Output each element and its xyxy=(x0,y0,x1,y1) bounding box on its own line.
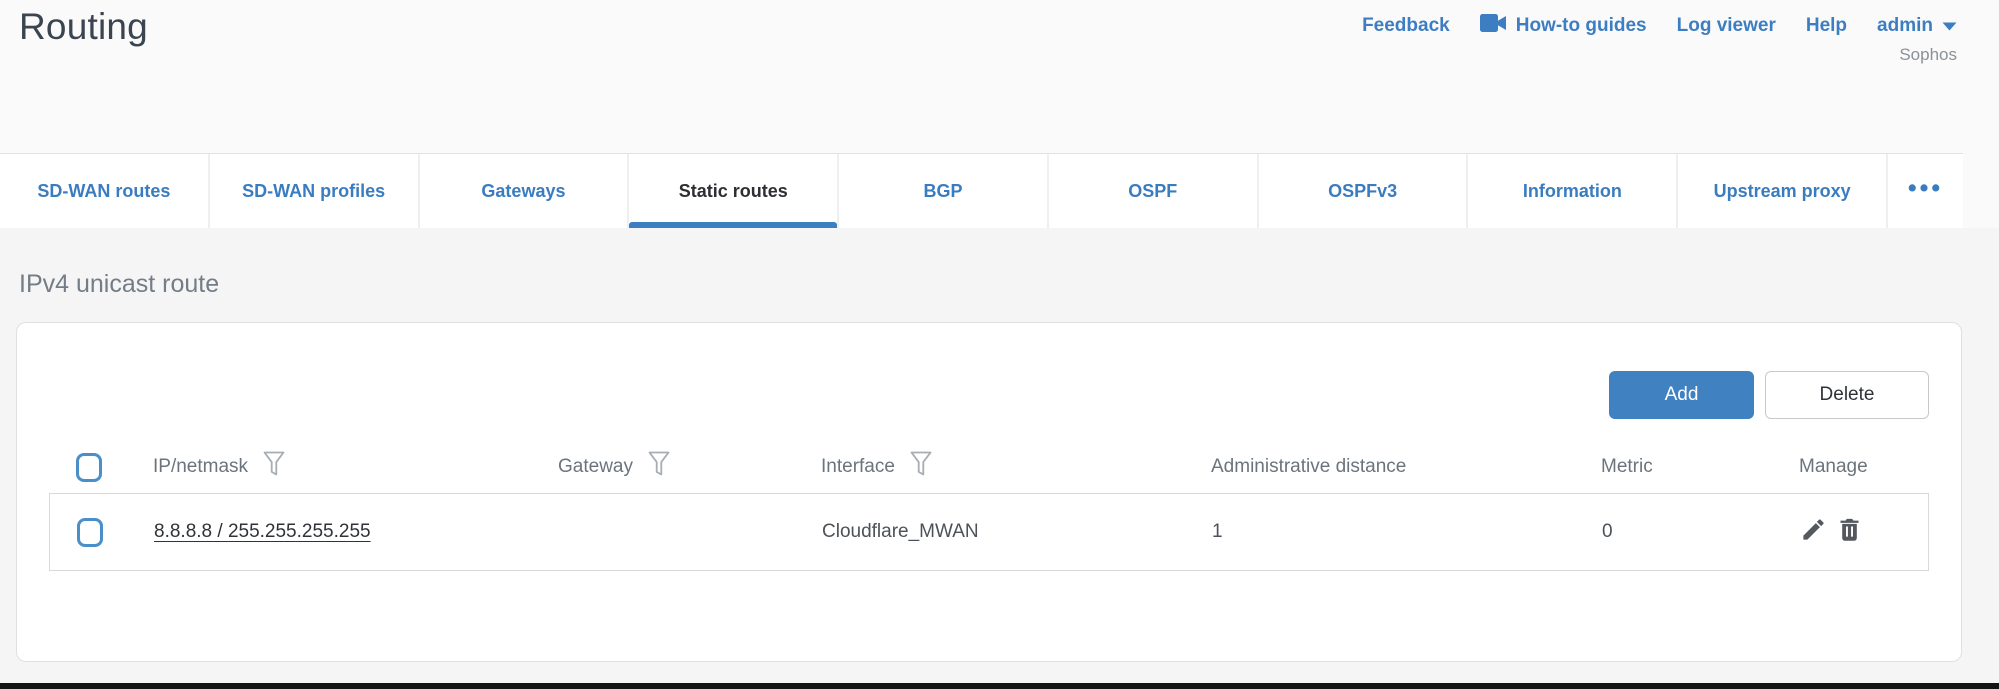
table-row: 8.8.8.8 / 255.255.255.255 Cloudflare_MWA… xyxy=(49,493,1929,571)
tabstrip-wrap: SD-WAN routes SD-WAN profiles Gateways S… xyxy=(0,153,1963,228)
tab-label: SD-WAN routes xyxy=(37,181,170,202)
feedback-label: Feedback xyxy=(1362,15,1450,37)
header-label: Manage xyxy=(1799,456,1868,478)
tab-label: Static routes xyxy=(679,181,788,202)
page-title: Routing xyxy=(19,6,148,48)
vendor-name: Sophos xyxy=(1899,45,1957,65)
tab-label: Gateways xyxy=(481,181,565,202)
page-header: Routing Feedback How-to guides Log viewe… xyxy=(0,0,1999,153)
header-manage: Manage xyxy=(1781,456,1931,478)
tab-label: SD-WAN profiles xyxy=(242,181,385,202)
help-label: Help xyxy=(1806,15,1847,37)
row-checkbox[interactable] xyxy=(77,518,103,547)
howto-guides-link[interactable]: How-to guides xyxy=(1480,14,1647,38)
tab-information[interactable]: Information xyxy=(1468,154,1676,228)
cell-manage xyxy=(1782,516,1932,549)
tab-label: BGP xyxy=(924,181,963,202)
header-label: Interface xyxy=(821,456,895,478)
table-header-row: IP/netmask Gateway Interface Administrat… xyxy=(49,441,1929,493)
header-admin-distance: Administrative distance xyxy=(1211,456,1601,478)
tab-label: Upstream proxy xyxy=(1714,181,1851,202)
filter-funnel-icon[interactable] xyxy=(648,451,670,483)
header-label: IP/netmask xyxy=(153,456,248,478)
caret-down-icon xyxy=(1942,15,1957,37)
tab-label: Information xyxy=(1523,181,1622,202)
tab-static-routes[interactable]: Static routes xyxy=(629,154,837,228)
tab-ospfv3[interactable]: OSPFv3 xyxy=(1259,154,1467,228)
header-checkbox-cell xyxy=(49,453,121,482)
add-button[interactable]: Add xyxy=(1609,371,1754,419)
log-viewer-link[interactable]: Log viewer xyxy=(1677,15,1776,37)
cell-interface: Cloudflare_MWAN xyxy=(822,521,1212,543)
cell-admin-distance: 1 xyxy=(1212,521,1602,543)
user-menu-label: admin xyxy=(1877,15,1933,37)
trash-icon xyxy=(1836,516,1863,549)
more-tabs-button[interactable]: ••• xyxy=(1888,154,1963,228)
topnav-links: Feedback How-to guides Log viewer Help a… xyxy=(1362,14,1957,38)
tab-ospf[interactable]: OSPF xyxy=(1049,154,1257,228)
ellipsis-icon: ••• xyxy=(1908,174,1943,203)
top-navigation: Feedback How-to guides Log viewer Help a… xyxy=(1362,14,1957,65)
tab-label: OSPFv3 xyxy=(1328,181,1397,202)
user-menu[interactable]: admin xyxy=(1877,15,1957,37)
tab-bgp[interactable]: BGP xyxy=(839,154,1047,228)
pencil-icon xyxy=(1800,516,1827,549)
header-ip-netmask: IP/netmask xyxy=(121,451,558,483)
delete-button[interactable]: Delete xyxy=(1765,371,1929,419)
tab-upstream-proxy[interactable]: Upstream proxy xyxy=(1678,154,1886,228)
section-heading: IPv4 unicast route xyxy=(19,270,219,299)
card-actions: Add Delete xyxy=(49,371,1929,419)
video-camera-icon xyxy=(1480,14,1507,38)
howto-guides-label: How-to guides xyxy=(1516,15,1647,37)
edit-button[interactable] xyxy=(1800,516,1827,549)
bottom-edge-bar xyxy=(0,683,1999,689)
feedback-link[interactable]: Feedback xyxy=(1362,15,1450,37)
header-interface: Interface xyxy=(821,451,1211,483)
select-all-checkbox[interactable] xyxy=(76,453,102,482)
cell-metric: 0 xyxy=(1602,521,1782,543)
cell-ip-netmask: 8.8.8.8 / 255.255.255.255 xyxy=(122,521,559,543)
tab-sdwan-profiles[interactable]: SD-WAN profiles xyxy=(210,154,418,228)
row-checkbox-cell xyxy=(50,518,122,547)
header-gateway: Gateway xyxy=(558,451,821,483)
header-label: Gateway xyxy=(558,456,633,478)
tab-bar: SD-WAN routes SD-WAN profiles Gateways S… xyxy=(0,153,1963,228)
delete-row-button[interactable] xyxy=(1836,516,1863,549)
content-area: IPv4 unicast route Add Delete IP/netmask… xyxy=(0,228,1999,683)
header-label: Metric xyxy=(1601,456,1653,478)
help-link[interactable]: Help xyxy=(1806,15,1847,37)
tab-label: OSPF xyxy=(1128,181,1177,202)
header-label: Administrative distance xyxy=(1211,456,1406,478)
filter-funnel-icon[interactable] xyxy=(263,451,285,483)
log-viewer-label: Log viewer xyxy=(1677,15,1776,37)
tab-gateways[interactable]: Gateways xyxy=(420,154,628,228)
routes-card: Add Delete IP/netmask Gateway Interfac xyxy=(16,322,1962,662)
filter-funnel-icon[interactable] xyxy=(910,451,932,483)
route-link[interactable]: 8.8.8.8 / 255.255.255.255 xyxy=(154,521,371,542)
tab-sdwan-routes[interactable]: SD-WAN routes xyxy=(0,154,208,228)
header-metric: Metric xyxy=(1601,456,1781,478)
